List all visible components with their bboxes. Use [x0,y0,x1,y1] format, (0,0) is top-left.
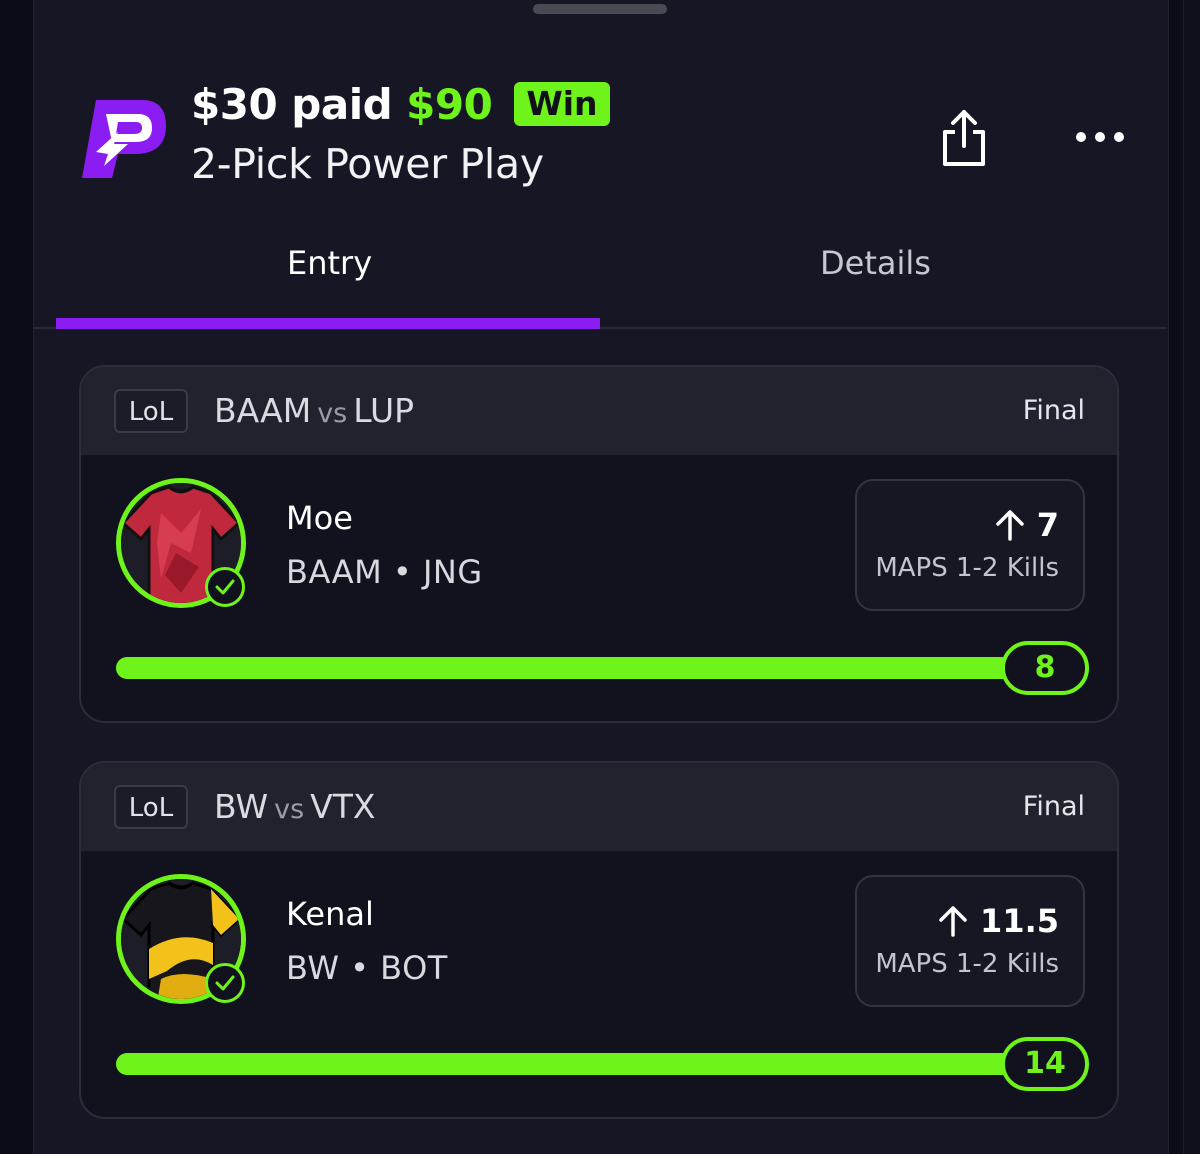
stat-type: MAPS 1-2 Kills [875,949,1059,979]
checkmark-icon [205,963,245,1003]
checkmark-icon [205,567,245,607]
payout-amount: $90 [406,79,493,129]
prizepicks-logo [82,100,166,178]
player-team-position: BW • BOT [286,949,448,987]
share-icon[interactable] [938,106,990,170]
team-b: VTX [310,787,376,826]
pick-card-header: LoL BW vs VTX Final [81,763,1117,851]
projection-line: 7 [1036,506,1059,544]
tab-details[interactable]: Details [820,244,931,282]
projection-box: 7 MAPS 1-2 Kills [855,479,1085,611]
matchup: BW vs VTX [214,787,375,826]
projection-line: 11.5 [980,902,1059,940]
player-name: Kenal [286,895,374,933]
up-arrow-icon [939,906,967,937]
projection-box: 11.5 MAPS 1-2 Kills [855,875,1085,1007]
progress-track [116,657,1016,679]
league-badge: LoL [114,389,188,433]
background-sheet-edge [1183,0,1200,1154]
up-arrow-icon [995,510,1024,541]
more-options-icon[interactable] [1072,122,1128,152]
player-team-position: BAAM • JNG [286,553,483,591]
progress-track [116,1053,1016,1075]
progress-fill [116,1053,1016,1075]
vs-label: vs [274,794,305,825]
active-tab-indicator [56,318,600,329]
pick-card[interactable]: LoL BAAM vs LUP Final Moe BAAM • JNG 7 M… [79,365,1119,723]
progress-fill [116,657,1016,679]
team-a: BAAM [214,391,312,430]
league-badge: LoL [114,785,188,829]
vs-label: vs [317,398,348,429]
pick-card-header: LoL BAAM vs LUP Final [81,367,1117,455]
stat-type: MAPS 1-2 Kills [875,553,1059,583]
game-status: Final [1022,395,1085,426]
result-value: 14 [1001,1037,1089,1091]
paid-amount: $30 paid [191,79,393,129]
team-b: LUP [353,391,415,430]
entry-type: 2-Pick Power Play [191,140,544,188]
entry-summary: $30 paid $90 Win [191,74,610,134]
tab-entry[interactable]: Entry [287,244,372,282]
matchup: BAAM vs LUP [214,391,414,430]
pick-card[interactable]: LoL BW vs VTX Final Kenal BW • BOT 11.5 … [79,761,1119,1119]
player-name: Moe [286,499,353,537]
team-a: BW [214,787,269,826]
win-badge: Win [514,82,610,126]
result-value: 8 [1001,641,1089,695]
sheet-drag-handle[interactable] [533,4,667,14]
game-status: Final [1022,791,1085,822]
